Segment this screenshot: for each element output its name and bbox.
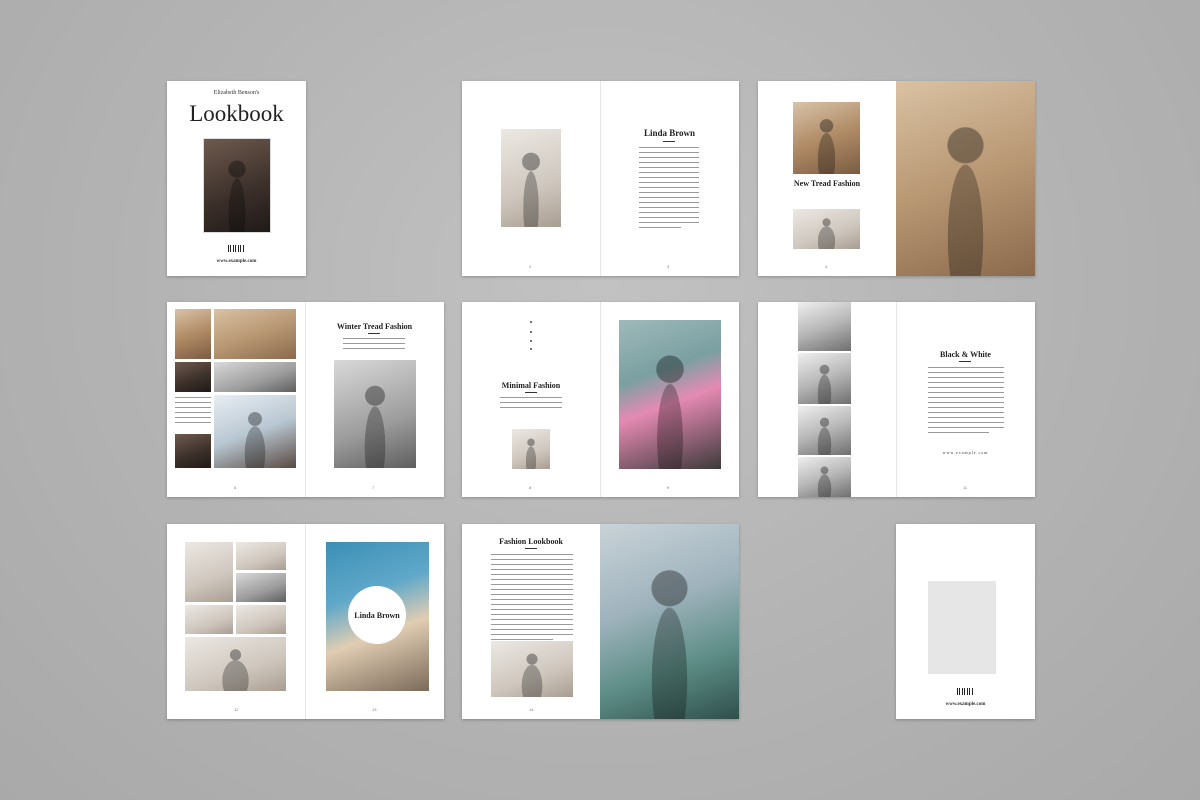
spread2-heading: Linda Brown: [643, 128, 696, 138]
spread-fashion-lookbook: Fashion Lookbook 14: [462, 524, 739, 719]
spread6-heading: Black & White: [940, 350, 991, 359]
new-tread-photo-bottom: [793, 209, 860, 249]
cover-page: Elizabeth Benson's Lookbook www.example.…: [167, 81, 306, 276]
flowers-photo: [491, 641, 573, 697]
linda-brown-circle: Linda Brown: [348, 586, 406, 644]
sweater-photo: [896, 81, 1035, 276]
spread-new-tread-fashion: New Tread Fashion 4: [758, 81, 1035, 276]
back-website: www.example.com: [945, 702, 986, 707]
street-photo: Linda Brown: [326, 542, 429, 691]
cover-photo: [203, 138, 271, 233]
spread3-heading: New Tread Fashion: [793, 179, 861, 188]
circle-spread-portrait: [185, 637, 286, 691]
spread-linda-brown-circle: Linda Brown 12 13: [167, 524, 444, 719]
linda-brown-photo: [501, 129, 561, 227]
spread-minimal-fashion: Minimal Fashion 8 9: [462, 302, 739, 497]
cover-author: Elizabeth Benson's: [213, 90, 260, 96]
spread2-body-text: [639, 147, 699, 232]
spread8-heading: Fashion Lookbook: [499, 537, 563, 546]
spread-black-white: Black & White www.example.com 11: [758, 302, 1035, 497]
new-tread-photo-top: [793, 102, 860, 174]
circle-name: Linda Brown: [354, 610, 400, 620]
spread4-heading: Winter Tread Fashion: [336, 322, 413, 331]
cover-title: Lookbook: [189, 101, 284, 126]
minimal-photo: [619, 320, 721, 469]
spread6-website: www.example.com: [942, 450, 989, 455]
cover-barcode: [228, 245, 245, 252]
coat-photo: [600, 524, 739, 719]
spread5-heading: Minimal Fashion: [501, 381, 561, 390]
spread-linda-brown: Linda Brown 2 3: [462, 81, 739, 276]
back-cover-page: www.example.com: [896, 524, 1035, 719]
back-barcode: [957, 688, 974, 695]
spread-winter-tread-fashion: Winter Tread Fashion 6 7: [167, 302, 444, 497]
cover-website: www.example.com: [216, 259, 257, 264]
winter-photo: [334, 360, 416, 468]
back-cover-placeholder: [928, 581, 996, 674]
